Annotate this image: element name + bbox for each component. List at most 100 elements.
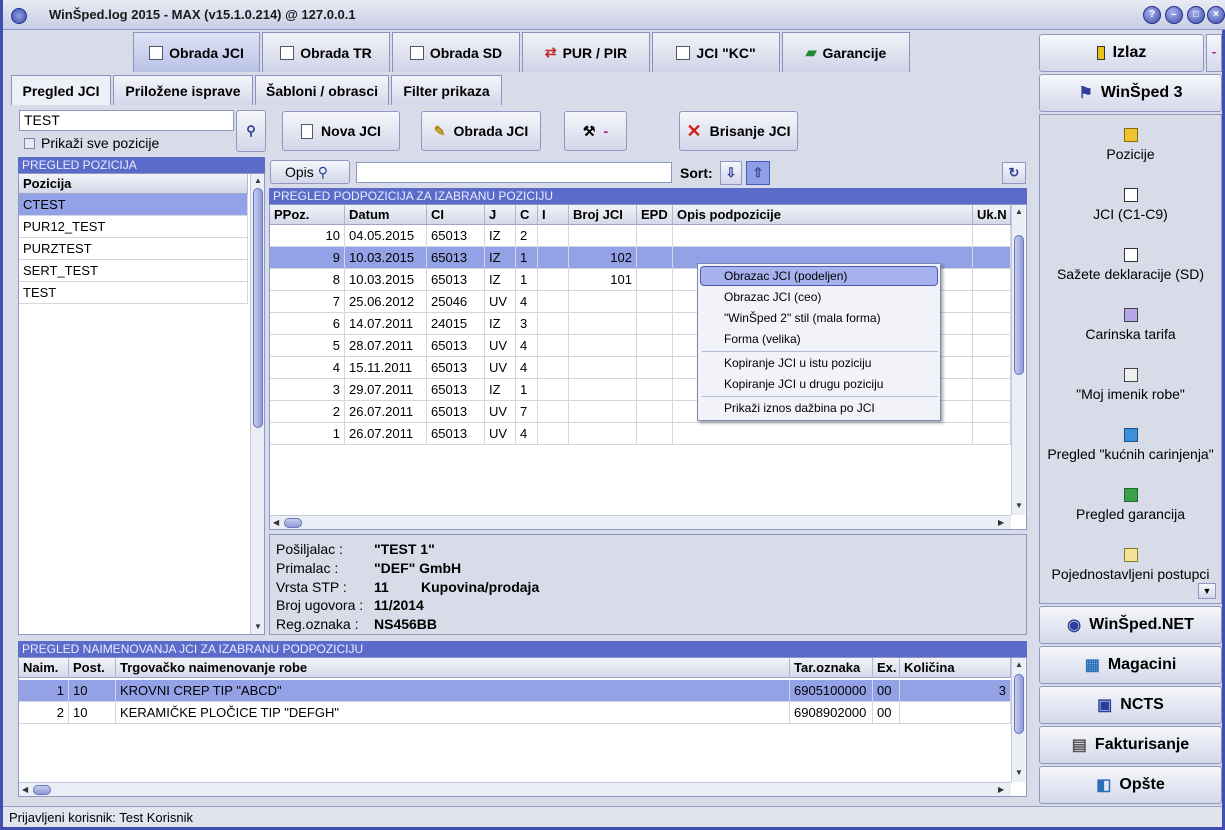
subposition-cell[interactable]: 4 xyxy=(516,357,538,379)
subposition-cell[interactable]: 65013 xyxy=(427,379,485,401)
subposition-cell[interactable] xyxy=(569,379,637,401)
subposition-cell[interactable] xyxy=(637,225,673,247)
shortcut-kucna-carinjenja[interactable]: Pregled "kućnih carinjenja" xyxy=(1039,428,1222,462)
subposition-cell[interactable] xyxy=(637,401,673,423)
subposition-cell[interactable] xyxy=(637,335,673,357)
name-cell[interactable] xyxy=(900,702,1011,724)
sort-descending-button[interactable]: ⇩ xyxy=(720,161,742,185)
tab-garancije[interactable]: ▰ Garancije xyxy=(782,32,910,72)
subpositions-col-header[interactable]: Datum xyxy=(345,205,427,225)
subposition-cell[interactable]: 25.06.2012 xyxy=(345,291,427,313)
menu-item-mala-forma[interactable]: "WinŠped 2" stil (mala forma) xyxy=(724,308,881,328)
subposition-cell[interactable]: 65013 xyxy=(427,269,485,291)
positions-column-header[interactable]: Pozicija xyxy=(19,174,248,194)
subposition-cell[interactable]: 65013 xyxy=(427,401,485,423)
subposition-cell[interactable] xyxy=(973,225,1011,247)
names-col-header[interactable]: Naim. xyxy=(19,658,69,678)
subposition-cell[interactable]: 29.07.2011 xyxy=(345,379,427,401)
subposition-cell[interactable]: 4 xyxy=(516,423,538,445)
subposition-cell[interactable] xyxy=(538,401,569,423)
izlaz-button[interactable]: Izlaz xyxy=(1039,34,1204,72)
subposition-cell[interactable] xyxy=(637,247,673,269)
subposition-cell[interactable]: 2 xyxy=(516,225,538,247)
subposition-cell[interactable]: 65013 xyxy=(427,247,485,269)
subposition-cell[interactable] xyxy=(569,357,637,379)
names-col-header[interactable]: Tar.oznaka xyxy=(790,658,873,678)
subposition-cell[interactable]: 4 xyxy=(516,291,538,313)
winsped-net-button[interactable]: ◉ WinŠped.NET xyxy=(1039,606,1222,644)
subposition-cell[interactable] xyxy=(569,225,637,247)
positions-scrollbar[interactable]: ▲ ▼ xyxy=(250,174,264,634)
subposition-cell[interactable]: 1 xyxy=(516,379,538,401)
subposition-cell[interactable]: 65013 xyxy=(427,335,485,357)
subposition-cell[interactable] xyxy=(973,291,1011,313)
subposition-cell[interactable]: 24015 xyxy=(427,313,485,335)
shortcut-pojednostavljeni[interactable]: Pojednostavljeni postupci xyxy=(1039,548,1222,582)
subposition-cell[interactable]: IZ xyxy=(485,379,516,401)
tab-obrada-tr[interactable]: Obrada TR xyxy=(262,32,390,72)
subpositions-vscrollbar[interactable]: ▲ ▼ xyxy=(1011,205,1025,515)
shortcut-imenik-robe[interactable]: "Moj imenik robe" xyxy=(1039,368,1222,402)
subposition-cell[interactable]: 6 xyxy=(270,313,345,335)
subposition-cell[interactable] xyxy=(569,335,637,357)
subposition-cell[interactable]: IZ xyxy=(485,225,516,247)
name-cell[interactable]: 1 xyxy=(19,680,69,702)
izlaz-dropdown-button[interactable]: - xyxy=(1206,34,1222,72)
menu-item-show-duties[interactable]: Prikaži iznos dažbina po JCI xyxy=(724,398,875,418)
shortcut-sd[interactable]: Sažete deklaracije (SD) xyxy=(1039,248,1222,282)
subpositions-col-header[interactable]: EPD xyxy=(637,205,673,225)
subposition-cell[interactable]: 4 xyxy=(516,335,538,357)
subposition-cell[interactable]: 4 xyxy=(270,357,345,379)
subpositions-col-header[interactable]: Opis podpozicije xyxy=(673,205,973,225)
delete-jci-button[interactable]: ✕ Brisanje JCI xyxy=(679,111,798,151)
subposition-cell[interactable]: 26.07.2011 xyxy=(345,401,427,423)
subposition-cell[interactable] xyxy=(569,423,637,445)
subposition-cell[interactable]: 10.03.2015 xyxy=(345,247,427,269)
names-col-header[interactable]: Trgovačko naimenovanje robe xyxy=(116,658,790,678)
ncts-button[interactable]: ▣ NCTS xyxy=(1039,686,1222,724)
subpositions-col-header[interactable]: C xyxy=(516,205,538,225)
subpositions-col-header[interactable]: CI xyxy=(427,205,485,225)
names-vscrollbar[interactable]: ▲ ▼ xyxy=(1011,658,1025,782)
position-row[interactable]: TEST xyxy=(19,282,248,304)
subposition-cell[interactable]: 1 xyxy=(516,269,538,291)
subposition-cell[interactable]: 3 xyxy=(270,379,345,401)
menu-item-velika-forma[interactable]: Forma (velika) xyxy=(724,329,801,349)
subposition-cell[interactable] xyxy=(973,357,1011,379)
name-cell[interactable]: 00 xyxy=(873,680,900,702)
subposition-cell[interactable]: UV xyxy=(485,357,516,379)
subposition-cell[interactable]: 1 xyxy=(516,247,538,269)
subposition-cell[interactable]: 28.07.2011 xyxy=(345,335,427,357)
subposition-cell[interactable] xyxy=(637,423,673,445)
shortcut-pozicije[interactable]: Pozicije xyxy=(1039,128,1222,162)
subposition-cell[interactable]: 7 xyxy=(516,401,538,423)
subposition-cell[interactable]: 65013 xyxy=(427,225,485,247)
subtab-prilozene-isprave[interactable]: Priložene isprave xyxy=(113,75,253,105)
menu-item-copy-same[interactable]: Kopiranje JCI u istu poziciju xyxy=(724,353,871,373)
tools-dropdown-button[interactable]: ⚒ - xyxy=(564,111,627,151)
subposition-cell[interactable]: 5 xyxy=(270,335,345,357)
shortcut-carinska-tarifa[interactable]: Carinska tarifa xyxy=(1039,308,1222,342)
system-menu-icon[interactable] xyxy=(11,8,27,24)
subposition-cell[interactable] xyxy=(637,291,673,313)
subposition-cell[interactable] xyxy=(538,335,569,357)
names-hscrollbar[interactable]: ◀ ▶ xyxy=(19,782,1011,796)
subposition-cell[interactable] xyxy=(973,269,1011,291)
subposition-cell[interactable]: 3 xyxy=(516,313,538,335)
subposition-cell[interactable] xyxy=(637,379,673,401)
close-icon[interactable]: × xyxy=(1207,6,1225,24)
shortcut-garancije[interactable]: Pregled garancija xyxy=(1039,488,1222,522)
subposition-cell[interactable]: 14.07.2011 xyxy=(345,313,427,335)
opis-filter-input[interactable] xyxy=(356,162,672,183)
subposition-cell[interactable] xyxy=(569,401,637,423)
subposition-cell[interactable] xyxy=(538,225,569,247)
maximize-icon[interactable]: □ xyxy=(1187,6,1205,24)
subposition-cell[interactable]: 101 xyxy=(569,269,637,291)
position-row[interactable]: CTEST xyxy=(19,194,248,216)
names-col-header[interactable]: Post. xyxy=(69,658,116,678)
subposition-cell[interactable] xyxy=(973,401,1011,423)
name-cell[interactable]: 10 xyxy=(69,680,116,702)
new-jci-button[interactable]: Nova JCI xyxy=(282,111,400,151)
name-cell[interactable]: 6908902000 xyxy=(790,702,873,724)
names-col-header[interactable]: Količina xyxy=(900,658,1011,678)
